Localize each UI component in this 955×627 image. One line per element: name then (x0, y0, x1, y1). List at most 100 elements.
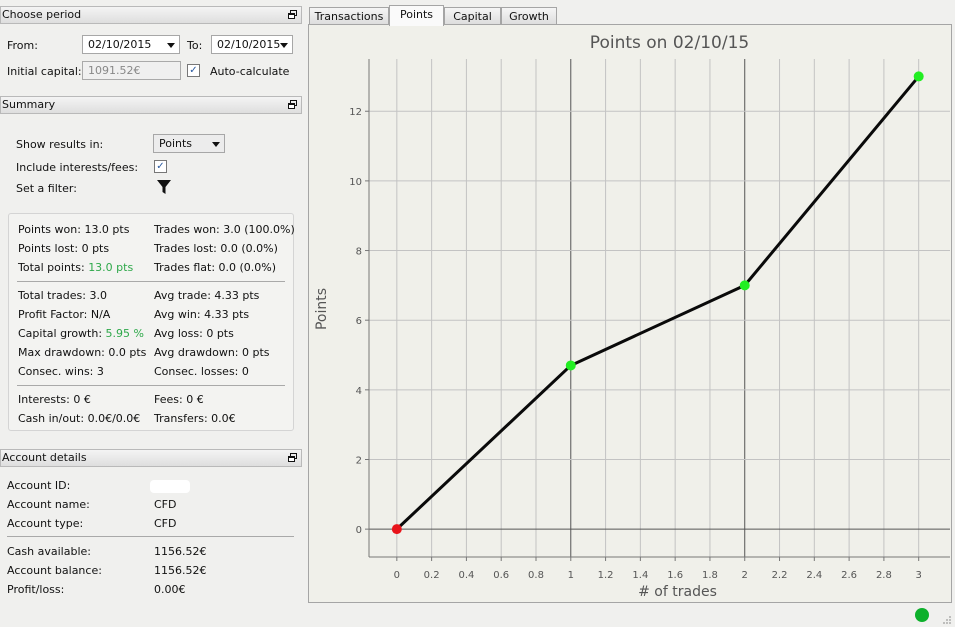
y-tick-label: 12 (349, 107, 362, 118)
set-filter-label: Set a filter: (16, 182, 77, 195)
restore-icon[interactable] (288, 453, 297, 462)
chart-title: Points on 02/10/15 (590, 33, 749, 53)
x-tick-label: 1.4 (632, 570, 648, 581)
consec-losses: Consec. losses: 0 (154, 365, 249, 378)
trades-won: Trades won: 3.0 (100.0%) (154, 223, 295, 236)
summary-header: Summary (0, 96, 302, 114)
trades-lost: Trades lost: 0.0 (0.0%) (154, 242, 278, 255)
include-fees-checkbox[interactable]: ✓ (154, 160, 167, 173)
profit-factor: Profit Factor: N/A (18, 308, 111, 321)
x-tick-label: 2 (742, 570, 748, 581)
series-line (395, 75, 920, 531)
y-tick-label: 2 (356, 455, 362, 466)
choose-period-header: Choose period (0, 6, 302, 24)
transfers: Transfers: 0.0€ (154, 412, 236, 425)
x-axis-title: # of trades (638, 584, 717, 600)
stats-divider (17, 281, 285, 282)
capital-growth-value: 5.95 % (105, 327, 144, 340)
account-name-value: CFD (154, 498, 177, 511)
auto-calculate-label: Auto-calculate (210, 65, 290, 78)
tab-points[interactable]: Points (389, 5, 444, 26)
show-results-value: Points (159, 137, 193, 150)
data-point (565, 360, 576, 371)
capital-growth-label: Capital growth: (18, 327, 106, 340)
profit-loss-value: 0.00€ (154, 583, 186, 596)
account-details-header: Account details (0, 449, 302, 467)
y-tick-label: 4 (356, 386, 362, 397)
account-type-label: Account type: (7, 517, 84, 530)
y-tick-label: 10 (349, 177, 362, 188)
x-tick-label: 0.4 (458, 570, 474, 581)
tab-capital[interactable]: Capital (444, 7, 501, 25)
y-axis-title: Points (314, 288, 330, 330)
to-date-picker[interactable]: 02/10/2015 (211, 35, 293, 54)
avg-trade: Avg trade: 4.33 pts (154, 289, 260, 302)
initial-capital-input[interactable]: 1091.52€ (82, 61, 181, 80)
cash-available-label: Cash available: (7, 545, 91, 558)
cash-in-out: Cash in/out: 0.0€/0.0€ (18, 412, 141, 425)
total-trades: Total trades: 3.0 (18, 289, 107, 302)
to-date-value: 02/10/2015 (217, 38, 281, 51)
show-results-label: Show results in: (16, 138, 104, 151)
initial-capital-value: 1091.52€ (88, 64, 141, 77)
avg-win: Avg win: 4.33 pts (154, 308, 250, 321)
auto-calculate-checkbox[interactable]: ✓ (187, 64, 200, 77)
account-details-title: Account details (2, 451, 87, 464)
initial-capital-label: Initial capital: (7, 65, 82, 78)
capital-growth: Capital growth: 5.95 % (18, 327, 144, 340)
account-balance-label: Account balance: (7, 564, 102, 577)
x-tick-label: 3 (916, 570, 922, 581)
resize-grip-icon[interactable] (942, 615, 952, 625)
account-id-redacted (150, 480, 190, 493)
tab-transactions[interactable]: Transactions (309, 7, 389, 25)
total-points-label: Total points: (18, 261, 89, 274)
x-tick-label: 0.2 (424, 570, 440, 581)
data-point (913, 71, 924, 82)
show-results-select[interactable]: Points (153, 134, 225, 153)
data-point (739, 280, 750, 291)
y-tick-label: 6 (356, 316, 362, 327)
points-chart: 0 0.2 0.4 0.6 0.8 1 1.2 1.4 1.6 1.8 2 2.2 2.4 2.6 2.8 3… (314, 33, 950, 600)
points-lost: Points lost: 0 pts (18, 242, 110, 255)
x-tick-label: 1.8 (702, 570, 718, 581)
summary-title: Summary (2, 98, 56, 111)
tab-growth[interactable]: Growth (501, 7, 557, 25)
x-tick-label: 1.6 (667, 570, 683, 581)
restore-icon[interactable] (288, 100, 297, 109)
avg-drawdown: Avg drawdown: 0 pts (154, 346, 270, 359)
account-balance-value: 1156.52€ (154, 564, 207, 577)
to-label: To: (187, 39, 203, 52)
x-tick-label: 0.6 (493, 570, 509, 581)
x-tick-label: 2.2 (772, 570, 788, 581)
x-tick-label: 0.8 (528, 570, 544, 581)
status-indicator (915, 608, 929, 622)
x-tick-label: 2.6 (841, 570, 857, 581)
account-name-label: Account name: (7, 498, 90, 511)
x-tick-label: 1 (568, 570, 574, 581)
chevron-down-icon (280, 43, 288, 48)
trades-flat: Trades flat: 0.0 (0.0%) (154, 261, 277, 274)
filter-icon[interactable] (156, 179, 172, 196)
from-date-picker[interactable]: 02/10/2015 (82, 35, 180, 54)
chevron-down-icon (212, 142, 220, 147)
avg-loss: Avg loss: 0 pts (154, 327, 234, 340)
x-tick-label: 2.8 (876, 570, 892, 581)
fees: Fees: 0 € (154, 393, 204, 406)
consec-wins: Consec. wins: 3 (18, 365, 104, 378)
choose-period-title: Choose period (2, 8, 82, 21)
include-fees-label: Include interests/fees: (16, 161, 139, 174)
cash-available-value: 1156.52€ (154, 545, 207, 558)
account-divider (7, 536, 294, 537)
data-point (391, 524, 402, 535)
y-tick-label: 8 (356, 247, 362, 258)
chevron-down-icon (167, 43, 175, 48)
points-won: Points won: 13.0 pts (18, 223, 130, 236)
left-panel: Choose period From: 02/10/2015 To: 02/10… (0, 0, 303, 627)
restore-icon[interactable] (288, 10, 297, 19)
stats-box: Points won: 13.0 pts Points lost: 0 pts … (8, 213, 295, 431)
profit-loss-label: Profit/loss: (7, 583, 65, 596)
x-tick-label: 1.2 (598, 570, 614, 581)
from-date-value: 02/10/2015 (88, 38, 152, 51)
total-points-value: 13.0 pts (88, 261, 134, 274)
from-label: From: (7, 39, 38, 52)
